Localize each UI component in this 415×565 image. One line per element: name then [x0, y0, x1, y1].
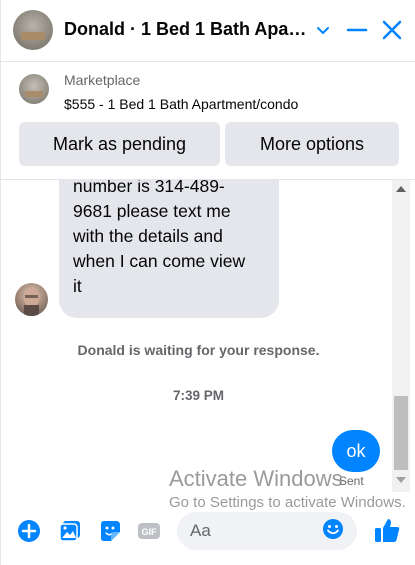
message-input-placeholder: Aa	[190, 521, 211, 540]
scroll-up-arrow-icon[interactable]	[396, 186, 406, 192]
message-line: with the details and	[73, 226, 223, 246]
marketplace-card: Marketplace $555 - 1 Bed 1 Bath Apartmen…	[1, 62, 415, 180]
listing-avatar[interactable]	[13, 10, 53, 50]
chat-header[interactable]: Donald · 1 Bed 1 Bath Apar...	[1, 0, 415, 62]
svg-text:GIF: GIF	[142, 527, 158, 537]
sender-avatar[interactable]	[15, 283, 48, 316]
minimize-icon[interactable]	[344, 17, 370, 43]
message-composer: GIF Aa	[1, 508, 415, 554]
more-options-button[interactable]: More options	[225, 122, 399, 166]
scroll-thumb[interactable]	[394, 396, 408, 470]
outgoing-message: ok	[332, 430, 380, 472]
chevron-down-icon[interactable]	[310, 17, 336, 43]
scrollbar[interactable]	[392, 180, 410, 492]
chat-window: Donald · 1 Bed 1 Bath Apar... Marketplac…	[0, 0, 415, 565]
message-list[interactable]: number is 314-489- 9681 please text me w…	[1, 180, 415, 492]
listing-title[interactable]: $555 - 1 Bed 1 Bath Apartment/condo	[64, 96, 298, 112]
close-icon[interactable]	[379, 17, 405, 43]
gif-icon[interactable]: GIF	[137, 519, 161, 543]
incoming-message: number is 314-489- 9681 please text me w…	[59, 180, 279, 318]
scroll-down-arrow-icon[interactable]	[396, 477, 406, 483]
message-timestamp: 7:39 PM	[172, 388, 225, 403]
message-line: number is 314-489-	[73, 180, 225, 196]
sticker-icon[interactable]	[98, 519, 122, 543]
message-line: it	[73, 276, 82, 296]
plus-icon[interactable]	[17, 519, 41, 543]
marketplace-label: Marketplace	[64, 72, 141, 88]
waiting-notice: Donald is waiting for your response.	[77, 342, 320, 358]
mark-as-pending-button[interactable]: Mark as pending	[19, 122, 220, 166]
chat-title[interactable]: Donald · 1 Bed 1 Bath Apar...	[64, 19, 309, 40]
message-line: 9681 please text me	[73, 201, 231, 221]
sent-status: Sent	[339, 474, 364, 488]
listing-thumbnail[interactable]	[19, 74, 49, 104]
emoji-icon[interactable]	[322, 518, 344, 540]
like-icon[interactable]	[373, 516, 401, 544]
image-icon[interactable]	[58, 519, 82, 543]
message-line: when I can come view	[73, 251, 246, 271]
